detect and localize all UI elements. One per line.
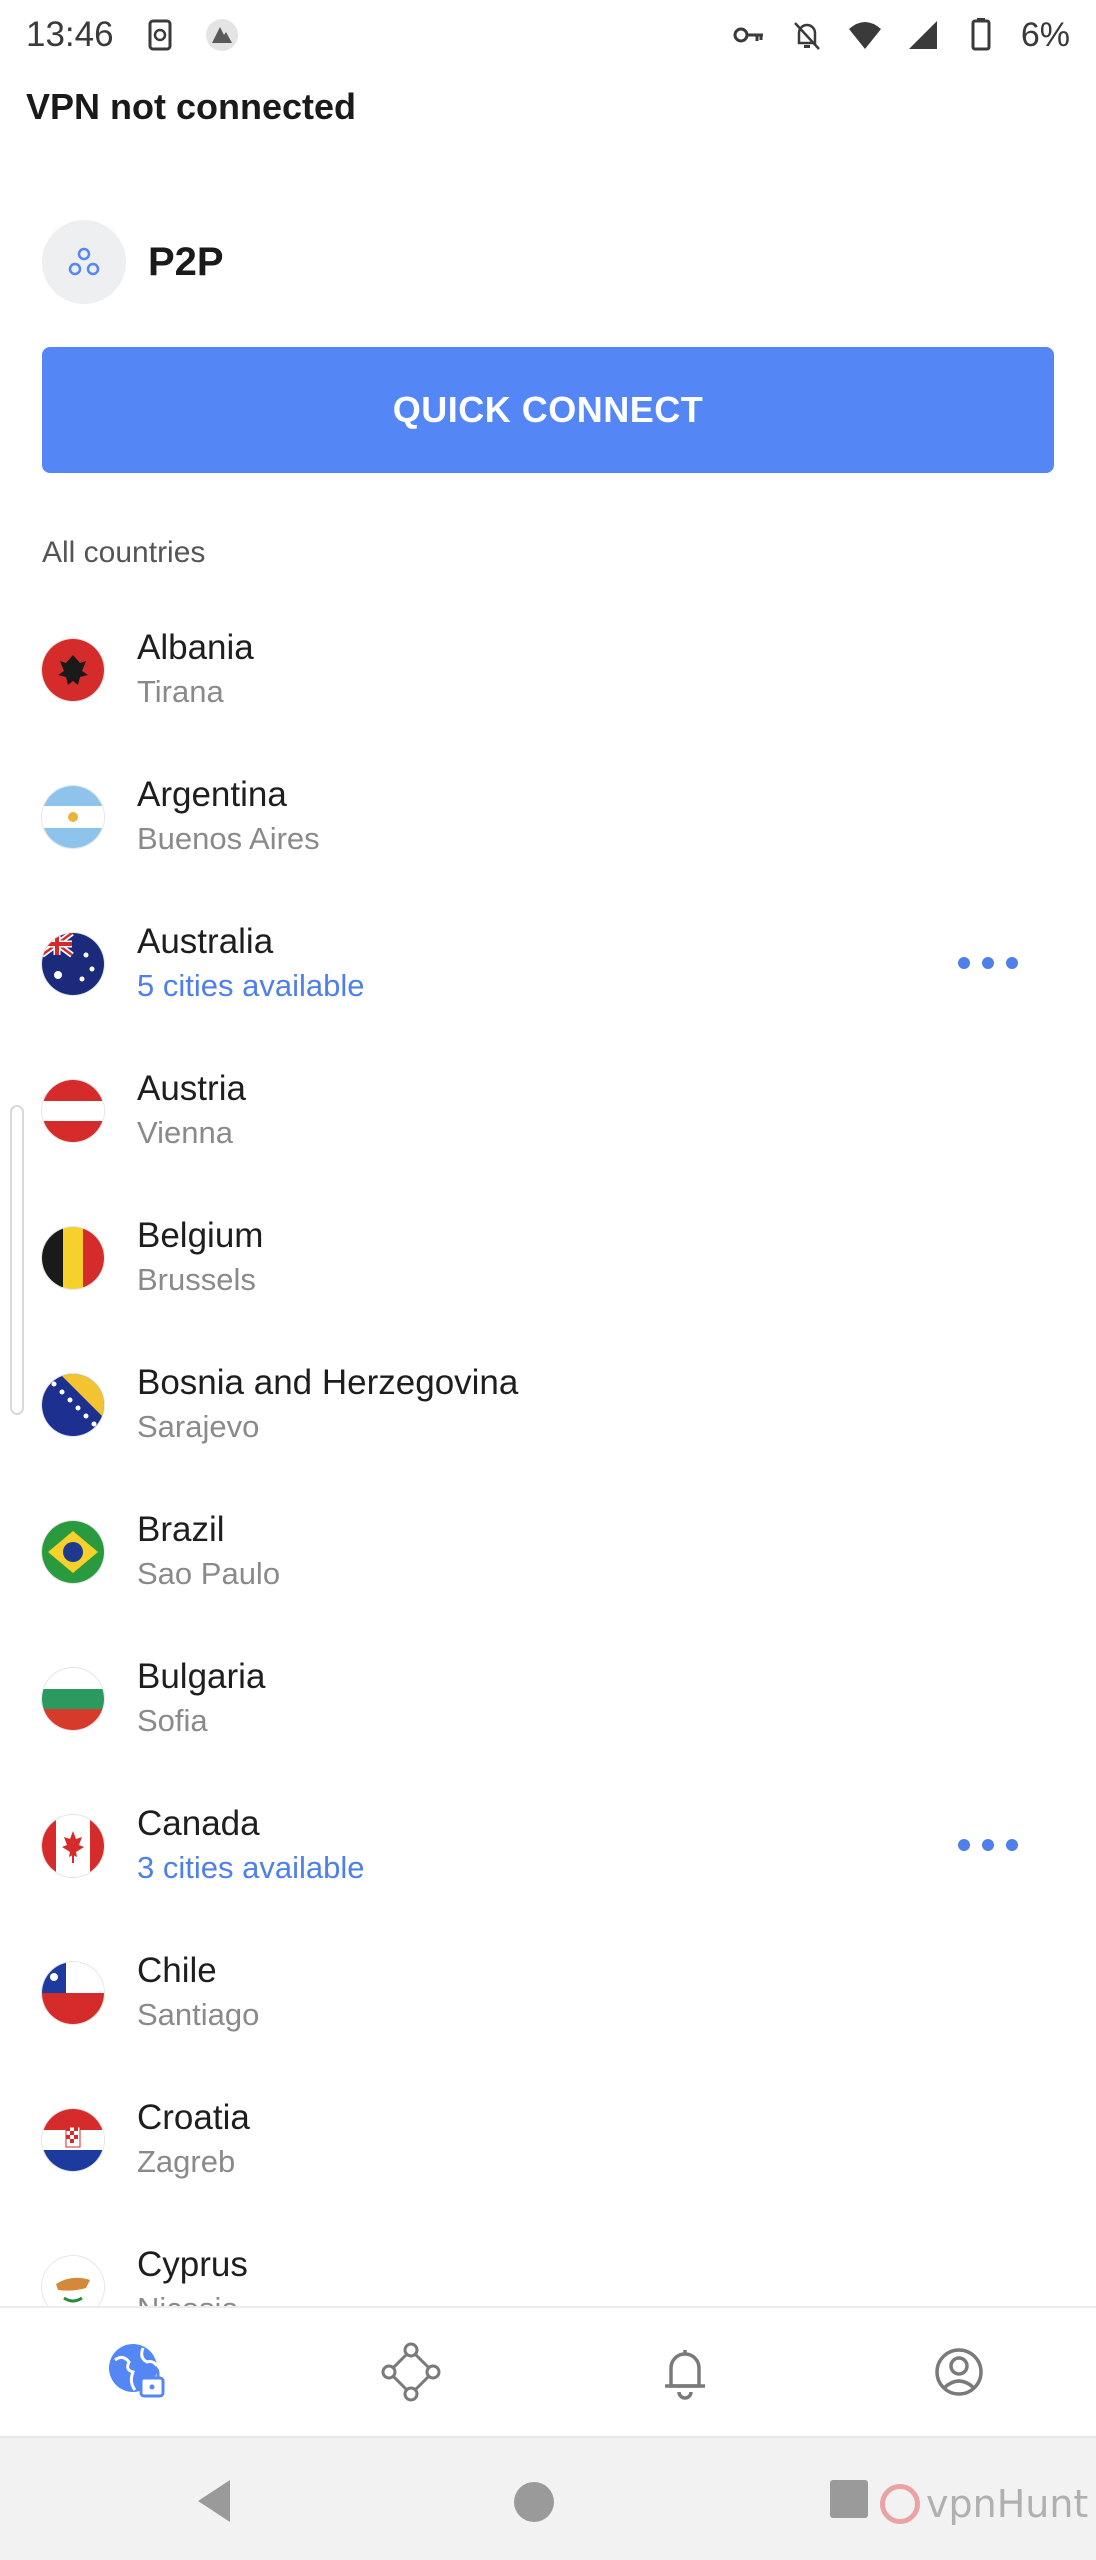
country-name: Bosnia and Herzegovina	[137, 1363, 519, 1402]
country-item-bosnia-and-herzegovina[interactable]: Bosnia and Herzegovina Sarajevo	[0, 1331, 1096, 1478]
vpn-status-text: VPN not connected	[26, 86, 357, 127]
bosnia-flag-icon	[42, 1373, 104, 1436]
country-city: Sofia	[137, 1703, 208, 1738]
profile-icon	[935, 2348, 983, 2396]
more-dot	[958, 957, 970, 969]
country-name: Cyprus	[137, 2245, 248, 2284]
country-name: Brazil	[137, 1510, 225, 1549]
cities-available[interactable]: 3 cities available	[137, 1846, 364, 1890]
nav-meshnet[interactable]	[351, 2322, 471, 2422]
system-navigation-bar: vpnHunt	[0, 2436, 1096, 2560]
country-city: Tirana	[137, 674, 224, 709]
canada-flag-icon	[42, 1814, 104, 1877]
country-name: Argentina	[137, 775, 287, 814]
country-name: Austria	[137, 1069, 246, 1108]
home-button[interactable]	[514, 2482, 554, 2522]
country-item-austria[interactable]: Austria Vienna	[0, 1037, 1096, 1184]
p2p-icon	[42, 220, 126, 304]
sim-toolkit-icon	[148, 19, 172, 51]
recent-apps-button[interactable]	[830, 2480, 868, 2518]
country-item-chile[interactable]: Chile Santiago	[0, 1919, 1096, 2066]
bell-icon	[665, 2350, 705, 2400]
country-item-croatia[interactable]: Croatia Zagreb	[0, 2066, 1096, 2213]
argentina-flag-icon	[42, 785, 104, 848]
nav-countries[interactable]	[77, 2322, 197, 2422]
country-item-brazil[interactable]: Brazil Sao Paulo	[0, 1478, 1096, 1625]
country-name: Bulgaria	[137, 1657, 266, 1696]
country-name: Australia	[137, 922, 274, 961]
country-city: Brussels	[137, 1262, 256, 1297]
battery-percent: 6%	[1020, 15, 1070, 54]
wifi-icon	[848, 22, 881, 49]
albania-flag-icon	[42, 638, 104, 701]
country-city: Sarajevo	[137, 1409, 260, 1444]
country-item-belgium[interactable]: Belgium Brussels	[0, 1184, 1096, 1331]
country-city: Sao Paulo	[137, 1556, 281, 1591]
country-item-argentina[interactable]: Argentina Buenos Aires	[0, 743, 1096, 890]
chile-flag-icon	[42, 1961, 104, 2024]
country-name: Chile	[137, 1951, 217, 1990]
country-item-albania[interactable]: Albania Tirana	[0, 596, 1096, 743]
country-item-bulgaria[interactable]: Bulgaria Sofia	[0, 1625, 1096, 1772]
country-list: Albania Tirana Argentina Buenos Aires Au…	[0, 596, 1096, 2306]
more-options-button[interactable]	[958, 1828, 1018, 1862]
bulgaria-flag-icon	[42, 1667, 104, 1730]
globe-lock-icon	[109, 2344, 165, 2398]
vpn-key-icon	[733, 27, 763, 43]
watermark: vpnHunt	[880, 2482, 1088, 2526]
more-dot	[958, 1839, 970, 1851]
meshnet-icon	[381, 2342, 441, 2402]
cities-available[interactable]: 5 cities available	[137, 964, 364, 1008]
country-item-australia[interactable]: Australia 5 cities available	[0, 890, 1096, 1037]
signal-icon	[908, 21, 937, 49]
country-name: Croatia	[137, 2098, 250, 2137]
clock: 13:46	[26, 15, 114, 54]
back-icon[interactable]	[194, 2478, 234, 2524]
cyprus-flag-icon	[42, 2255, 104, 2306]
more-dot	[1006, 1839, 1018, 1851]
more-dot	[1006, 957, 1018, 969]
country-name: Belgium	[137, 1216, 264, 1255]
more-dot	[982, 957, 994, 969]
country-city: Zagreb	[137, 2144, 236, 2179]
country-item-canada[interactable]: Canada 3 cities available	[0, 1772, 1096, 1919]
country-city: Nicosia	[137, 2287, 248, 2306]
australia-flag-icon	[42, 932, 104, 995]
status-bar: 13:46 6%	[0, 0, 1096, 70]
section-label: All countries	[42, 536, 206, 569]
nordvpn-icon	[205, 19, 238, 51]
battery-icon	[971, 18, 991, 51]
notifications-off-icon	[793, 22, 820, 50]
country-city: Santiago	[137, 1997, 260, 2032]
belgium-flag-icon	[42, 1226, 104, 1289]
nav-profile[interactable]	[899, 2322, 1019, 2422]
country-city: Vienna	[137, 1115, 233, 1150]
croatia-flag-icon	[42, 2108, 104, 2171]
vpnhunt-logo-icon	[880, 2484, 920, 2524]
more-dot	[982, 1839, 994, 1851]
country-city: Buenos Aires	[137, 821, 320, 856]
profile-row[interactable]: P2P	[42, 220, 224, 304]
brazil-flag-icon	[42, 1520, 104, 1583]
profile-name: P2P	[148, 239, 224, 284]
watermark-text: vpnHunt	[926, 2482, 1089, 2526]
country-name: Canada	[137, 1804, 260, 1843]
more-options-button[interactable]	[958, 946, 1018, 980]
austria-flag-icon	[42, 1079, 104, 1142]
quick-connect-button[interactable]: QUICK CONNECT	[42, 347, 1054, 473]
country-item-cyprus[interactable]: Cyprus Nicosia	[0, 2213, 1096, 2306]
bottom-navigation	[0, 2306, 1096, 2436]
country-name: Albania	[137, 628, 254, 667]
nav-notifications[interactable]	[625, 2322, 745, 2422]
